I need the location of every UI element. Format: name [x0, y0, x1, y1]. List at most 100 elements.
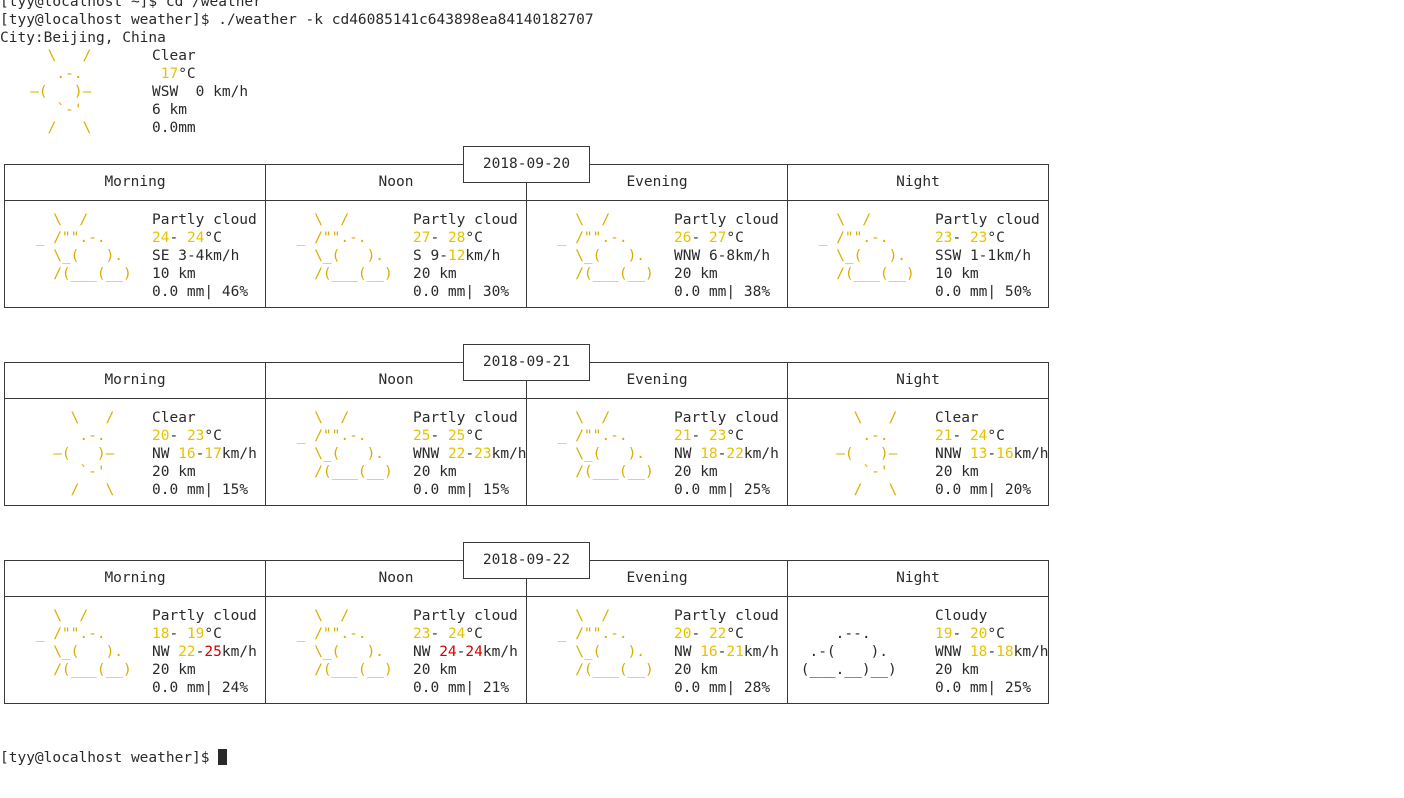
rain-chance: 24% [221, 680, 249, 696]
precipitation: 0.0 mm [935, 284, 988, 300]
partly-cloudy-icon: \ / _ /"".-. \_( ). /(___(__) [35, 608, 132, 678]
partly-cloudy-icon: \ / _ /"".-. \_( ). /(___(__) [296, 212, 393, 282]
forecast-date: 2018-09-21 [463, 344, 590, 381]
temp-high: 24 [969, 428, 988, 444]
rain-chance: 25% [743, 482, 771, 498]
current-wind-speed: 0 [195, 84, 205, 100]
wind-high: 16 [996, 446, 1014, 462]
visibility: 20 km [413, 662, 457, 678]
period-cell: \ / .-. ―( )― `-' / \ Clear 20- 23°C NW 1… [5, 399, 265, 505]
period-cell: \ / _ /"".-. \_( ). /(___(__) Partly clou… [527, 201, 787, 307]
rain-chance: 38% [743, 284, 771, 300]
forecast-day: 2018-09-21 Morning Noon Evening Night \ / .-… [4, 344, 1049, 506]
wind-low: 16 [700, 644, 718, 660]
visibility: 20 km [935, 662, 979, 678]
wind-high: 17 [204, 446, 222, 462]
visibility: 20 km [152, 464, 196, 480]
wind-low: 1 [969, 248, 979, 264]
period-info: Partly cloud 21- 23°C NW 18-22km/h 20 km… [674, 410, 779, 498]
temp-low: 27 [413, 230, 431, 246]
period-info: Partly cloud 18- 19°C NW 22-25km/h 20 km… [152, 608, 257, 696]
current-wind-unit: km/h [213, 84, 249, 100]
wind-direction: NW [674, 644, 692, 660]
wind-direction: NW [152, 644, 170, 660]
wind-low: 9 [430, 248, 440, 264]
forecast-table: Morning Noon Evening Night \ / _ /"".-. \_(… [4, 164, 1049, 308]
temp-high: 28 [447, 230, 466, 246]
city-line: City:Beijing, China [0, 29, 166, 47]
period-condition: Clear [152, 410, 196, 426]
partly-cloudy-icon: \ / _ /"".-. \_( ). /(___(__) [296, 410, 393, 480]
current-visibility: 6 km [152, 102, 187, 118]
wind-high: 22 [726, 446, 744, 462]
wind-direction: NW [674, 446, 692, 462]
period-condition: Clear [935, 410, 979, 426]
forecast-day: 2018-09-22 Morning Noon Evening Night \ / _ … [4, 542, 1049, 704]
temp-low: 25 [413, 428, 431, 444]
rain-chance: 28% [743, 680, 771, 696]
precipitation: 0.0 mm [152, 482, 205, 498]
wind-high: 12 [447, 248, 466, 264]
forecast-table: Morning Noon Evening Night \ / .-. ―( )― `-… [4, 362, 1049, 506]
temp-high: 22 [708, 626, 727, 642]
period-cell: .--. .-( ). (___.__)__) Cloudy 19- 20°C W… [788, 597, 1049, 703]
period-header: Morning [104, 174, 166, 190]
visibility: 20 km [674, 464, 718, 480]
temp-high: 27 [708, 230, 727, 246]
period-cell: \ / _ /"".-. \_( ). /(___(__) Partly clou… [527, 597, 787, 703]
shell-prompt[interactable]: [tyy@localhost weather]$ [0, 749, 228, 767]
period-header: Night [896, 372, 940, 388]
partly-cloudy-icon: \ / _ /"".-. \_( ). /(___(__) [557, 212, 654, 282]
wind-high: 18 [996, 644, 1014, 660]
temp-high: 23 [969, 230, 988, 246]
sun-icon: \ / .-. ―( )― `-' / \ [30, 48, 92, 136]
period-condition: Partly cloud [152, 212, 257, 228]
wind-high: 24 [465, 644, 483, 660]
wind-high: 25 [204, 644, 222, 660]
forecast-day: 2018-09-20 Morning Noon Evening Night \ / _ … [4, 146, 1049, 308]
precipitation: 0.0 mm [152, 680, 205, 696]
visibility: 20 km [935, 464, 979, 480]
period-info: Partly cloud 23- 24°C NW 24-24km/h 20 km… [413, 608, 518, 696]
period-info: Cloudy 19- 20°C WNW 18-18km/h 20 km 0.0 … [935, 608, 1049, 696]
wind-direction: SE [152, 248, 170, 264]
visibility: 10 km [152, 266, 196, 282]
precipitation: 0.0 mm [413, 284, 466, 300]
temp-high: 23 [186, 428, 205, 444]
visibility: 20 km [152, 662, 196, 678]
sun-icon: \ / .-. ―( )― `-' / \ [836, 410, 898, 498]
temp-low: 23 [413, 626, 431, 642]
precipitation: 0.0 mm [152, 284, 205, 300]
sun-icon: \ / .-. ―( )― `-' / \ [53, 410, 115, 498]
visibility: 10 km [935, 266, 979, 282]
period-condition: Partly cloud [674, 212, 779, 228]
period-cell: \ / _ /"".-. \_( ). /(___(__) Partly clou… [527, 399, 787, 505]
wind-low: 18 [700, 446, 718, 462]
wind-direction: S [413, 248, 422, 264]
city-label: City: [0, 30, 44, 46]
rain-chance: 21% [482, 680, 510, 696]
rain-chance: 25% [1004, 680, 1032, 696]
precipitation: 0.0 mm [674, 680, 727, 696]
period-header: Night [896, 570, 940, 586]
wind-high: 8 [726, 248, 736, 264]
period-condition: Partly cloud [413, 608, 518, 624]
partly-cloudy-icon: \ / _ /"".-. \_( ). /(___(__) [557, 410, 654, 480]
temp-low: 26 [674, 230, 692, 246]
visibility: 20 km [413, 464, 457, 480]
period-info: Clear 21- 24°C NNW 13-16km/h 20 km 0.0 m… [935, 410, 1049, 498]
temp-low: 20 [152, 428, 170, 444]
period-cell: \ / .-. ―( )― `-' / \ Clear 21- 24°C NNW … [788, 399, 1048, 505]
period-condition: Partly cloud [674, 608, 779, 624]
period-cell: \ / _ /"".-. \_( ). /(___(__) Partly clou… [266, 399, 527, 505]
temp-low: 19 [935, 626, 953, 642]
wind-direction: WNW [674, 248, 701, 264]
wind-direction: WNW [413, 446, 440, 462]
temp-high: 19 [186, 626, 205, 642]
wind-high: 21 [726, 644, 744, 660]
rain-chance: 15% [221, 482, 249, 498]
temp-low: 23 [935, 230, 953, 246]
forecast-date: 2018-09-22 [463, 542, 590, 579]
temp-high: 24 [186, 230, 205, 246]
temp-low: 20 [674, 626, 692, 642]
